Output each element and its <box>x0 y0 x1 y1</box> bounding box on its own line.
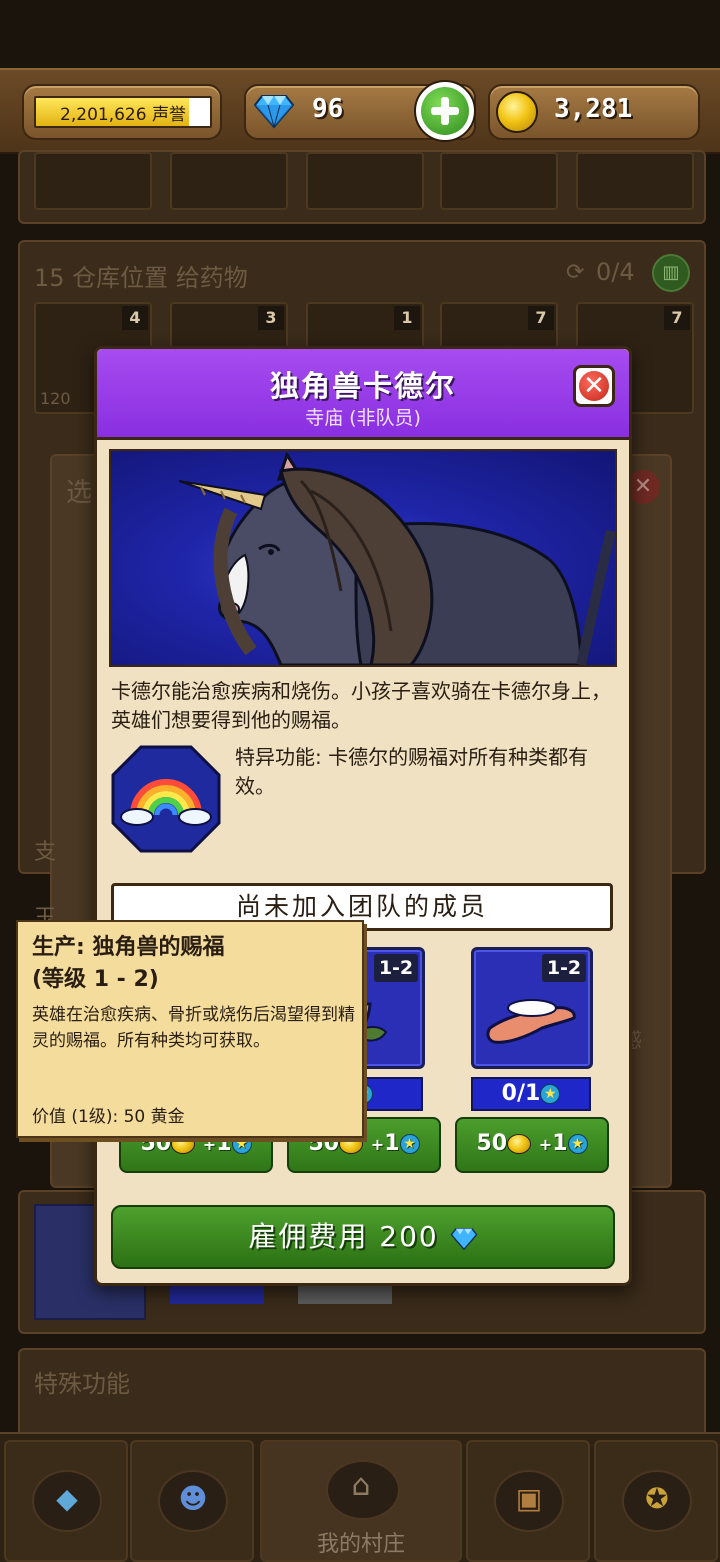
close-icon: ✕ <box>579 371 609 401</box>
ability-text: 特异功能: 卡德尔的赐福对所有种类都有效。 <box>235 745 589 798</box>
hire-label: 雇佣费用 200 <box>248 1220 439 1253</box>
home-icon: ⌂ <box>351 1468 371 1503</box>
tooltip-value: 价值 (1级): 50 黄金 <box>32 1107 185 1127</box>
diamond-icon: ◆ <box>56 1482 78 1515</box>
modal-subtitle: 寺庙 (非队员) <box>305 407 421 429</box>
slot <box>440 152 558 210</box>
cost-gold: 50 <box>476 1131 508 1156</box>
unicorn-portrait <box>109 449 617 667</box>
top-resource-bar: 2,201,626 声誉 96 3,281 <box>0 68 720 154</box>
hire-button[interactable]: 雇佣费用 200 <box>111 1205 615 1269</box>
nav-village-label: 我的村庄 <box>316 1532 405 1557</box>
warehouse-title: 15 仓库位置 给药物 <box>34 264 248 292</box>
tooltip-title: 生产: 独角兽的赐福 (等级 1 - 2) <box>32 932 362 996</box>
nav-achievements[interactable]: ✪ <box>594 1440 718 1562</box>
gold-pill: 3,281 <box>488 84 700 140</box>
star-icon: ★ <box>567 1134 588 1154</box>
side-fragment: 支 <box>34 840 57 865</box>
heroes-icon: ☻ <box>178 1482 208 1515</box>
unicorn-description: 卡德尔能治愈疾病和烧伤。小孩子喜欢骑在卡德尔身上，英雄们想要得到他的赐福。 <box>111 679 611 732</box>
modal-title: 独角兽卡德尔 <box>269 369 456 403</box>
special-panel: 特殊功能 <box>18 1348 706 1442</box>
gold-count: 3,281 <box>554 94 633 124</box>
slot-quantity: 4 <box>122 306 148 330</box>
plus-icon <box>421 87 469 135</box>
slot <box>306 152 424 210</box>
slot-quantity: 3 <box>258 306 284 330</box>
medal-icon: ✪ <box>645 1482 669 1515</box>
slot <box>34 152 152 210</box>
bandaged-arm-icon <box>486 999 576 1044</box>
item-card[interactable]: 1-2 <box>471 947 593 1069</box>
fame-pill: 2,201,626 声誉 <box>22 84 222 140</box>
slot <box>576 152 694 210</box>
gold-coin-icon <box>496 91 538 133</box>
unicorn-illustration <box>178 451 615 665</box>
item-count: 0/1 ★ <box>471 1077 591 1111</box>
nav-heroes[interactable]: ☻ <box>130 1440 254 1562</box>
fame-progress: 2,201,626 声誉 <box>34 96 212 128</box>
selection-fragment: 选 <box>66 478 93 508</box>
trash-icon[interactable]: ▥ <box>652 254 690 292</box>
gem-count: 96 <box>312 94 344 124</box>
slot-quantity: 7 <box>664 306 690 330</box>
production-tooltip: 生产: 独角兽的赐福 (等级 1 - 2) 英雄在治愈疾病、骨折或烧伤后渴望得到… <box>16 920 364 1138</box>
bottom-navigation: ◆ ☻ ⌂ 我的村庄 ▣ ✪ <box>0 1432 720 1562</box>
tooltip-title-line1: 生产: 独角兽的赐福 <box>32 935 225 960</box>
nav-storage[interactable]: ▣ <box>466 1440 590 1562</box>
gold-coin-icon <box>507 1134 532 1154</box>
star-icon: ★ <box>399 1134 420 1154</box>
nav-shop[interactable]: ◆ <box>4 1440 128 1562</box>
chest-icon: ▣ <box>515 1482 543 1515</box>
warehouse-counter: 0/4 <box>596 258 635 286</box>
tooltip-body: 英雄在治愈疾病、骨折或烧伤后渴望得到精灵的赐福。所有种类均可获取。 <box>32 1005 355 1051</box>
cost-star: 1 <box>384 1131 400 1156</box>
slot-quantity: 1 <box>394 306 420 330</box>
slot-price: 120 <box>40 389 71 408</box>
nav-my-village[interactable]: ⌂ 我的村庄 <box>260 1440 462 1562</box>
buy-gems-button[interactable] <box>414 80 476 142</box>
close-button[interactable]: ✕ <box>573 365 615 407</box>
special-title: 特殊功能 <box>34 1370 130 1398</box>
cost-star: 1 <box>552 1131 568 1156</box>
tooltip-title-line2: (等级 1 - 2) <box>32 967 159 992</box>
buy-item-button[interactable]: 50 +1 ★ <box>455 1117 609 1173</box>
unicorn-modal: 独角兽卡德尔 寺庙 (非队员) ✕ 卡德尔能治愈疾病和烧伤。小孩子喜欢骑在卡德尔… <box>94 346 632 1286</box>
star-icon: ★ <box>540 1084 561 1104</box>
item-level: 1-2 <box>374 954 418 982</box>
slot <box>170 152 288 210</box>
diamond-icon <box>450 1228 478 1251</box>
recycle-icon: ⟳ <box>566 260 585 285</box>
slot-quantity: 7 <box>528 306 554 330</box>
rainbow-icon <box>111 745 221 853</box>
top-slot-row <box>18 150 706 224</box>
item-count-text: 0/1 <box>501 1081 541 1106</box>
item-level: 1-2 <box>542 954 586 982</box>
fame-value: 2,201,626 声誉 <box>60 105 186 125</box>
modal-header: 独角兽卡德尔 寺庙 (非队员) ✕ <box>97 349 629 440</box>
diamond-icon <box>254 95 294 129</box>
